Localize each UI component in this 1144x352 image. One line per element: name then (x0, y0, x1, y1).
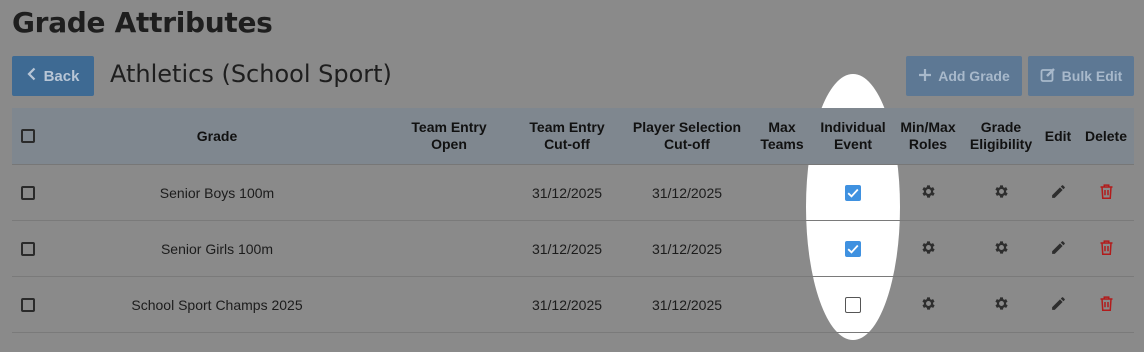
edit-row-button[interactable] (1036, 277, 1080, 332)
page-title: Grade Attributes (12, 6, 273, 39)
gear-icon (920, 183, 937, 203)
roles-settings-button[interactable] (890, 165, 966, 220)
back-button-label: Back (43, 67, 80, 85)
individual-event-cell (816, 221, 890, 276)
player-selection-cutoff: 31/12/2025 (651, 296, 723, 313)
grade-name: School Sport Champs 2025 (131, 296, 303, 313)
edit-row-button[interactable] (1036, 165, 1080, 220)
table-row: Senior Girls 100m 31/12/2025 31/12/2025 (12, 221, 1134, 277)
delete-row-button[interactable] (1080, 165, 1132, 220)
team-entry-open (390, 221, 508, 276)
player-selection-cutoff: 31/12/2025 (651, 240, 723, 257)
pencil-icon (1050, 183, 1067, 203)
team-entry-open (390, 277, 508, 332)
bulk-edit-label: Bulk Edit (1061, 68, 1123, 84)
grade-name: Senior Girls 100m (160, 240, 274, 257)
table-header: Grade Team Entry Open Team Entry Cut-off P… (12, 108, 1134, 165)
header-edit: Edit (1044, 127, 1072, 144)
gear-icon (993, 183, 1010, 203)
roles-settings-button[interactable] (890, 221, 966, 276)
row-select-checkbox[interactable] (21, 241, 35, 256)
table-row: Senior Boys 100m 31/12/2025 31/12/2025 (12, 165, 1134, 221)
header-max-teams[interactable]: Max Teams (748, 108, 816, 164)
player-selection-cutoff: 31/12/2025 (651, 184, 723, 201)
edit-row-button[interactable] (1036, 221, 1080, 276)
trash-icon (1099, 183, 1114, 203)
eligibility-settings-button[interactable] (966, 165, 1036, 220)
delete-row-button[interactable] (1080, 277, 1132, 332)
add-grade-label: Add Grade (938, 68, 1010, 84)
gear-icon (920, 239, 937, 259)
bulk-edit-button[interactable]: Bulk Edit (1028, 56, 1134, 96)
gear-icon (993, 239, 1010, 259)
max-teams (748, 165, 816, 220)
table-row: School Sport Champs 2025 31/12/2025 31/1… (12, 277, 1134, 333)
table-body: Senior Boys 100m 31/12/2025 31/12/2025 S… (12, 165, 1134, 333)
header-individual-event[interactable]: Individual Event (816, 108, 890, 164)
row-select-checkbox[interactable] (21, 185, 35, 200)
row-select-checkbox[interactable] (21, 297, 35, 312)
add-grade-button[interactable]: Add Grade (906, 56, 1022, 96)
eligibility-settings-button[interactable] (966, 277, 1036, 332)
header-grade-eligibility: Grade Eligibility (969, 119, 1033, 152)
individual-event-cell (816, 165, 890, 220)
header-min-max-roles: Min/Max Roles (900, 119, 956, 152)
chevron-left-icon (27, 67, 36, 85)
individual-event-cell (816, 277, 890, 332)
back-button[interactable]: Back (12, 56, 94, 96)
header-team-entry-open[interactable]: Team Entry Open (390, 108, 508, 164)
max-teams (748, 277, 816, 332)
page-subtitle: Athletics (School Sport) (110, 60, 392, 88)
trash-icon (1099, 239, 1114, 259)
team-entry-open (390, 165, 508, 220)
individual-event-checkbox[interactable] (845, 296, 861, 313)
header-team-entry-cutoff[interactable]: Team Entry Cut-off (508, 108, 626, 164)
grades-table: Grade Team Entry Open Team Entry Cut-off P… (12, 108, 1134, 333)
gear-icon (920, 295, 937, 315)
team-entry-cutoff: 31/12/2025 (531, 296, 603, 313)
grade-name: Senior Boys 100m (159, 184, 275, 201)
header-player-selection-cutoff[interactable]: Player Selection Cut-off (626, 108, 748, 164)
eligibility-settings-button[interactable] (966, 221, 1036, 276)
select-all-checkbox[interactable] (21, 129, 35, 143)
team-entry-cutoff: 31/12/2025 (531, 240, 603, 257)
plus-icon (918, 68, 932, 85)
pencil-icon (1050, 295, 1067, 315)
trash-icon (1099, 295, 1114, 315)
individual-event-checkbox-checked[interactable] (845, 184, 861, 201)
roles-settings-button[interactable] (890, 277, 966, 332)
max-teams (748, 221, 816, 276)
pencil-icon (1050, 239, 1067, 259)
delete-row-button[interactable] (1080, 221, 1132, 276)
edit-square-icon (1040, 67, 1056, 86)
header-delete: Delete (1084, 127, 1128, 144)
team-entry-cutoff: 31/12/2025 (531, 184, 603, 201)
select-all-cell (12, 108, 44, 164)
gear-icon (993, 295, 1010, 315)
header-grade[interactable]: Grade (44, 108, 390, 164)
individual-event-checkbox-checked[interactable] (845, 240, 861, 257)
